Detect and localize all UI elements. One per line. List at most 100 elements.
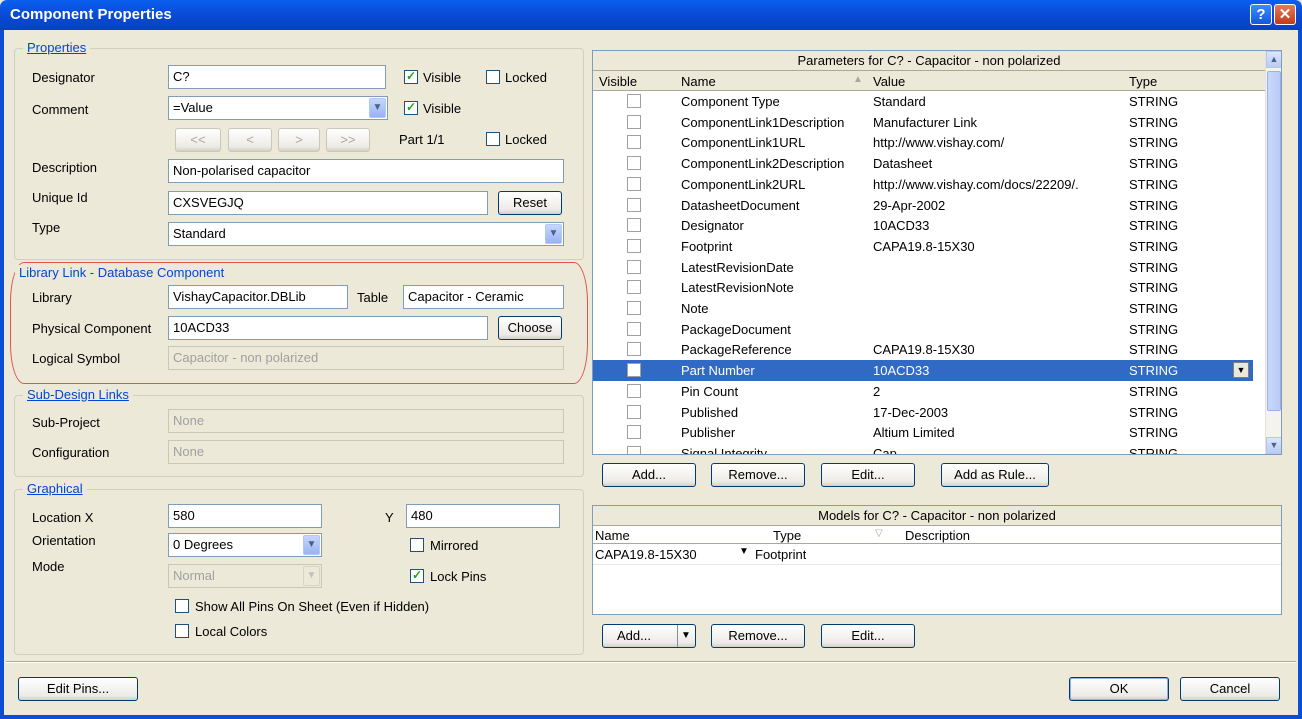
parameter-visible-checkbox[interactable] <box>627 301 641 315</box>
reset-button[interactable]: Reset <box>498 191 562 215</box>
physical-component-input[interactable]: 10ACD33 <box>168 316 488 340</box>
scroll-thumb[interactable] <box>1267 71 1281 411</box>
parameter-visible-checkbox[interactable] <box>627 176 641 191</box>
parameter-row[interactable]: ComponentLink2Description Datasheet STRING <box>593 153 1253 174</box>
model-remove-button[interactable]: Remove... <box>711 624 805 648</box>
configuration-input: None <box>168 440 564 464</box>
parameters-col-value[interactable]: Value <box>873 74 905 89</box>
parameter-visible-checkbox[interactable] <box>627 114 641 129</box>
cancel-button[interactable]: Cancel <box>1180 677 1280 701</box>
parameter-visible-checkbox[interactable] <box>627 259 641 274</box>
parameter-row[interactable]: Footprint CAPA19.8-15X30 STRING <box>593 236 1253 257</box>
parameter-row[interactable]: Note STRING <box>593 298 1253 319</box>
parameter-row[interactable]: LatestRevisionNote STRING <box>593 277 1253 298</box>
parameters-col-name[interactable]: Name <box>681 74 716 89</box>
part-locked-checkbox[interactable] <box>486 132 500 146</box>
chevron-down-icon[interactable] <box>677 625 679 647</box>
chevron-down-icon[interactable]: ▼ <box>1233 362 1249 379</box>
param-edit-button[interactable]: Edit... <box>821 463 915 487</box>
parameter-name: ComponentLink1URL <box>681 135 806 151</box>
designator-visible-checkbox[interactable]: ✓ <box>404 70 418 84</box>
mirrored-checkbox[interactable] <box>410 538 424 552</box>
comment-label: Comment <box>32 102 89 117</box>
last-part-button[interactable]: >> <box>326 128 370 152</box>
parameter-visible-checkbox[interactable] <box>627 383 641 398</box>
next-part-button[interactable]: > <box>278 128 320 152</box>
parameters-scrollbar[interactable]: ▲ ▼ <box>1265 51 1281 454</box>
prev-part-button[interactable]: < <box>228 128 272 152</box>
parameter-visible-checkbox[interactable] <box>627 238 641 253</box>
parameter-row[interactable]: Part Number 10ACD33 STRING ▼ <box>593 360 1253 381</box>
parameter-visible-checkbox[interactable] <box>627 280 641 295</box>
parameter-row[interactable]: ComponentLink1URL http://www.vishay.com/S… <box>593 132 1253 153</box>
chevron-down-icon[interactable]: ▼ <box>303 535 320 555</box>
model-type: Footprint <box>755 547 807 562</box>
scroll-down-icon[interactable]: ▼ <box>1266 437 1281 454</box>
parameter-visible-checkbox[interactable] <box>627 342 641 357</box>
designator-input[interactable]: C? <box>168 65 386 89</box>
model-edit-button[interactable]: Edit... <box>821 624 915 648</box>
parameter-visible-checkbox[interactable] <box>627 94 641 108</box>
parameter-row[interactable]: Signal Integrity Cap STRING <box>593 443 1253 454</box>
parameter-row[interactable]: Designator 10ACD33 STRING <box>593 215 1253 236</box>
location-y-input[interactable]: 480 <box>406 504 560 528</box>
models-row[interactable]: CAPA19.8-15X30 ▼ Footprint <box>593 544 1281 565</box>
add-as-rule-button[interactable]: Add as Rule... <box>941 463 1049 487</box>
parameter-row[interactable]: ComponentLink2URL http://www.vishay.com/d… <box>593 174 1253 195</box>
parameter-row[interactable]: ComponentLink1Description Manufacturer Li… <box>593 112 1253 133</box>
parameters-col-type[interactable]: Type <box>1129 74 1157 89</box>
scroll-up-icon[interactable]: ▲ <box>1266 51 1281 68</box>
parameter-row[interactable]: LatestRevisionDate STRING <box>593 257 1253 278</box>
chevron-down-icon[interactable]: ▼ <box>545 224 562 244</box>
type-combo[interactable]: Standard ▼ <box>168 222 564 246</box>
param-remove-button[interactable]: Remove... <box>711 463 805 487</box>
model-add-button[interactable]: Add... ▼ <box>602 624 696 648</box>
subdesign-legend: Sub-Design Links <box>23 387 133 402</box>
parameters-table: Parameters for C? - Capacitor - non pola… <box>592 50 1282 455</box>
parameter-visible-checkbox[interactable] <box>627 321 641 336</box>
parameter-row[interactable]: Component Type Standard STRING <box>593 91 1253 112</box>
close-button[interactable]: ✕ <box>1274 4 1296 25</box>
parameter-row[interactable]: Published 17-Dec-2003 STRING <box>593 402 1253 423</box>
chevron-down-icon[interactable]: ▼ <box>369 98 386 118</box>
parameters-col-visible[interactable]: Visible <box>599 74 637 89</box>
library-input[interactable]: VishayCapacitor.DBLib <box>168 285 348 309</box>
uniqueid-input[interactable]: CXSVEGJQ <box>168 191 488 215</box>
parameter-row[interactable]: Publisher Altium Limited STRING <box>593 422 1253 443</box>
local-colors-checkbox[interactable] <box>175 624 189 638</box>
param-add-button[interactable]: Add... <box>602 463 696 487</box>
parameter-row[interactable]: PackageReference CAPA19.8-15X30 STRING <box>593 339 1253 360</box>
parameter-visible-checkbox[interactable] <box>627 363 641 378</box>
lock-pins-checkbox[interactable]: ✓ <box>410 569 424 583</box>
parameter-visible-checkbox[interactable] <box>627 425 641 440</box>
table-input[interactable]: Capacitor - Ceramic <box>403 285 564 309</box>
models-col-type[interactable]: Type <box>773 528 801 543</box>
models-col-name[interactable]: Name <box>595 528 630 543</box>
comment-combo[interactable]: =Value ▼ <box>168 96 388 120</box>
location-x-input[interactable]: 580 <box>168 504 322 528</box>
edit-pins-button[interactable]: Edit Pins... <box>18 677 138 701</box>
first-part-button[interactable]: << <box>175 128 221 152</box>
model-add-dropdown-arrow[interactable]: ▼ <box>681 625 691 647</box>
orientation-combo[interactable]: 0 Degrees ▼ <box>168 533 322 557</box>
parameter-visible-checkbox[interactable] <box>627 218 641 233</box>
designator-locked-checkbox[interactable] <box>486 70 500 84</box>
models-col-description[interactable]: Description <box>905 528 970 543</box>
description-input[interactable]: Non-polarised capacitor <box>168 159 564 183</box>
comment-visible-checkbox[interactable]: ✓ <box>404 101 418 115</box>
parameter-row[interactable]: PackageDocument STRING <box>593 319 1253 340</box>
parameter-visible-checkbox[interactable] <box>627 135 641 150</box>
parameter-visible-checkbox[interactable] <box>627 156 641 171</box>
help-button[interactable]: ? <box>1250 4 1272 25</box>
parameter-visible-checkbox[interactable] <box>627 404 641 419</box>
parameter-row[interactable]: DatasheetDocument 29-Apr-2002 STRING <box>593 195 1253 216</box>
choose-button[interactable]: Choose <box>498 316 562 340</box>
parameter-type: STRING <box>1129 280 1179 296</box>
orientation-label: Orientation <box>32 533 96 548</box>
parameter-visible-checkbox[interactable] <box>627 197 641 212</box>
ok-button[interactable]: OK <box>1069 677 1169 701</box>
chevron-down-icon[interactable]: ▼ <box>739 546 749 557</box>
parameter-visible-checkbox[interactable] <box>627 445 641 454</box>
show-all-pins-checkbox[interactable] <box>175 599 189 613</box>
parameter-row[interactable]: Pin Count 2 STRING <box>593 381 1253 402</box>
